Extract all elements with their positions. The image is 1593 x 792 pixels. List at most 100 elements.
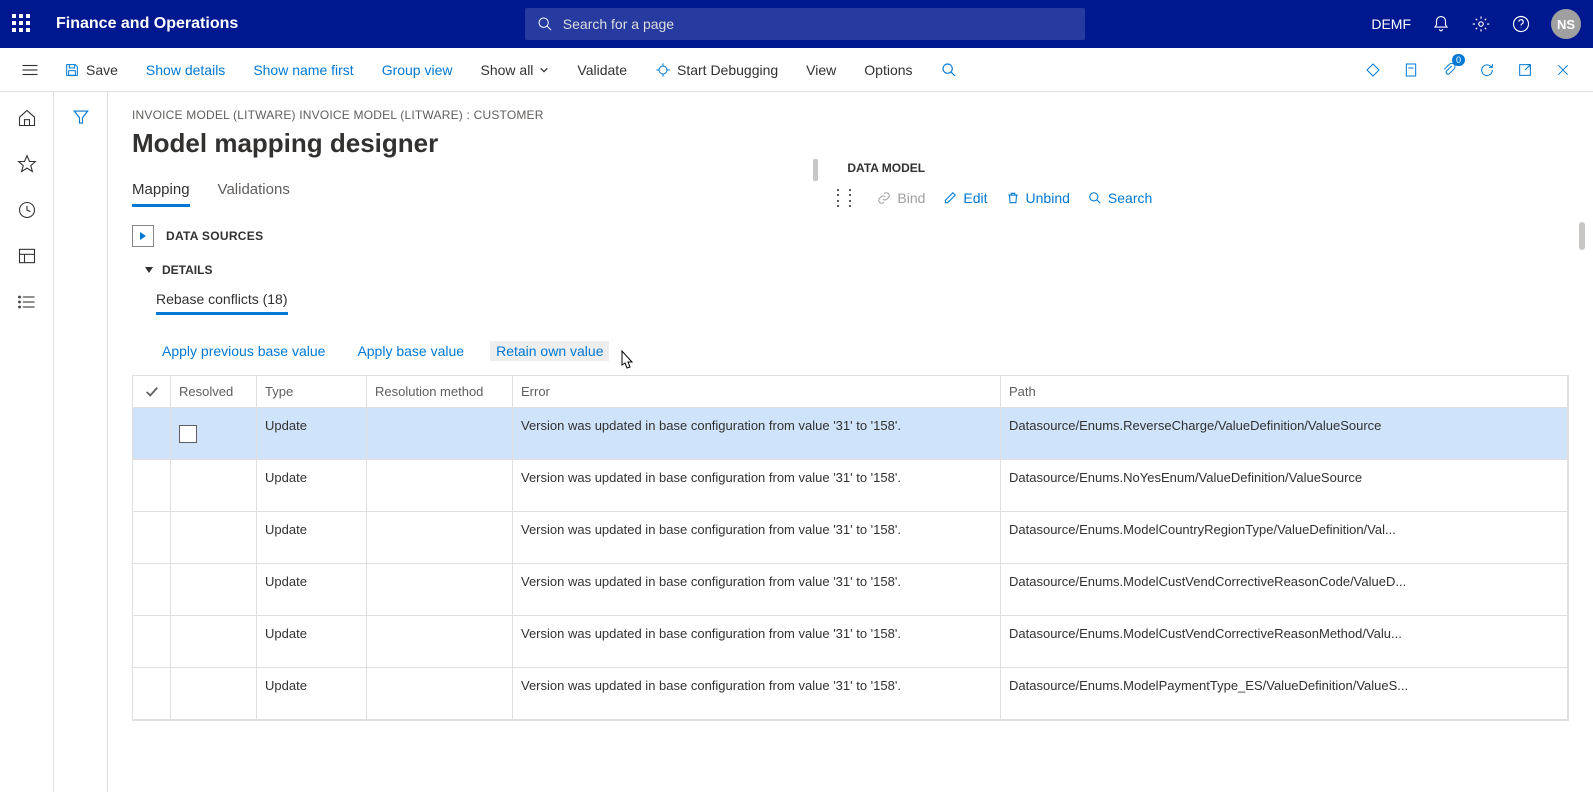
table-header: Resolved Type Resolution method Error Pa… bbox=[133, 376, 1568, 408]
checkbox[interactable] bbox=[179, 425, 197, 443]
table-row[interactable]: UpdateVersion was updated in base config… bbox=[133, 668, 1568, 720]
cell-error: Version was updated in base configuratio… bbox=[513, 616, 1001, 667]
data-sources-label: DATA SOURCES bbox=[166, 229, 263, 243]
search-command-button[interactable] bbox=[927, 48, 977, 91]
show-name-first-button[interactable]: Show name first bbox=[239, 48, 367, 91]
select-all-checkbox[interactable] bbox=[133, 376, 171, 407]
row-selector[interactable] bbox=[133, 668, 171, 719]
bell-icon[interactable] bbox=[1431, 14, 1451, 34]
table-row[interactable]: UpdateVersion was updated in base config… bbox=[133, 512, 1568, 564]
row-selector[interactable] bbox=[133, 564, 171, 615]
cell-type: Update bbox=[257, 564, 367, 615]
row-selector[interactable] bbox=[133, 460, 171, 511]
star-icon[interactable] bbox=[17, 154, 37, 174]
breadcrumb: INVOICE MODEL (LITWARE) INVOICE MODEL (L… bbox=[132, 108, 1569, 122]
view-button[interactable]: View bbox=[792, 48, 850, 91]
start-debugging-button[interactable]: Start Debugging bbox=[641, 48, 792, 91]
data-model-label: DATA MODEL bbox=[837, 161, 1569, 175]
list-icon[interactable] bbox=[17, 292, 37, 312]
tabs: Mapping Validations bbox=[132, 181, 807, 207]
show-details-button[interactable]: Show details bbox=[132, 48, 239, 91]
table-row[interactable]: UpdateVersion was updated in base config… bbox=[133, 460, 1568, 512]
row-selector[interactable] bbox=[133, 616, 171, 667]
splitter-handle[interactable] bbox=[813, 159, 818, 181]
table-row[interactable]: Update Version was updated in base config… bbox=[133, 616, 1568, 668]
th-path[interactable]: Path bbox=[1001, 376, 1568, 407]
apply-base-value-link[interactable]: Apply base value bbox=[351, 341, 470, 361]
save-icon bbox=[64, 62, 80, 78]
cell-resolution-method bbox=[367, 512, 513, 563]
search-icon bbox=[1088, 191, 1102, 205]
cell-type: Update bbox=[257, 668, 367, 719]
cell-type: Update bbox=[257, 408, 367, 459]
dm-search-button[interactable]: Search bbox=[1088, 190, 1152, 206]
cell-resolved[interactable] bbox=[171, 512, 257, 563]
edit-button[interactable]: Edit bbox=[943, 190, 987, 206]
command-bar: Save Show details Show name first Group … bbox=[0, 48, 1593, 92]
popout-icon[interactable] bbox=[1515, 60, 1535, 80]
details-toggle[interactable]: DETAILS bbox=[144, 263, 1569, 277]
th-resolved[interactable]: Resolved bbox=[171, 376, 257, 407]
help-icon[interactable] bbox=[1511, 14, 1531, 34]
options-button[interactable]: Options bbox=[850, 48, 926, 91]
attachment-icon[interactable]: 0 bbox=[1439, 60, 1459, 80]
gear-icon[interactable] bbox=[1471, 14, 1491, 34]
row-selector[interactable] bbox=[133, 408, 171, 459]
table-row[interactable]: UpdateVersion was updated in base config… bbox=[133, 408, 1568, 460]
details-label: DETAILS bbox=[162, 263, 212, 277]
apply-previous-base-value-link[interactable]: Apply previous base value bbox=[156, 341, 331, 361]
chevron-down-icon bbox=[539, 65, 549, 75]
filter-pane[interactable] bbox=[54, 92, 108, 792]
attachment-badge: 0 bbox=[1452, 54, 1465, 66]
cell-path: Datasource/Enums.ReverseCharge/ValueDefi… bbox=[1001, 408, 1568, 459]
home-icon[interactable] bbox=[17, 108, 37, 128]
grip-icon[interactable] bbox=[837, 189, 859, 207]
search-icon bbox=[537, 16, 553, 32]
refresh-icon[interactable] bbox=[1477, 60, 1497, 80]
search-input[interactable] bbox=[563, 16, 1073, 32]
th-type[interactable]: Type bbox=[257, 376, 367, 407]
play-icon bbox=[138, 231, 148, 241]
th-error[interactable]: Error bbox=[513, 376, 1001, 407]
close-icon[interactable] bbox=[1553, 60, 1573, 80]
cell-path: Datasource/Enums.NoYesEnum/ValueDefiniti… bbox=[1001, 460, 1568, 511]
tab-mapping[interactable]: Mapping bbox=[132, 181, 190, 207]
retain-own-value-link[interactable]: Retain own value bbox=[490, 341, 609, 361]
app-title: Finance and Operations bbox=[56, 15, 238, 33]
cell-resolved[interactable] bbox=[171, 616, 257, 667]
cell-error: Version was updated in base configuratio… bbox=[513, 460, 1001, 511]
top-header: Finance and Operations DEMF NS bbox=[0, 0, 1593, 48]
page-icon[interactable] bbox=[1401, 60, 1421, 80]
global-search[interactable] bbox=[525, 8, 1085, 40]
company-label[interactable]: DEMF bbox=[1371, 16, 1411, 32]
user-avatar[interactable]: NS bbox=[1551, 9, 1581, 39]
left-nav-rail bbox=[0, 92, 54, 792]
diamond-icon[interactable] bbox=[1363, 60, 1383, 80]
right-scrollbar-thumb[interactable] bbox=[1579, 222, 1585, 250]
table-row[interactable]: UpdateVersion was updated in base config… bbox=[133, 564, 1568, 616]
cell-resolved[interactable] bbox=[171, 564, 257, 615]
group-view-button[interactable]: Group view bbox=[368, 48, 467, 91]
expand-data-sources-button[interactable] bbox=[132, 225, 154, 247]
row-selector[interactable] bbox=[133, 512, 171, 563]
clock-icon[interactable] bbox=[17, 200, 37, 220]
cell-resolved[interactable] bbox=[171, 460, 257, 511]
cell-resolved[interactable] bbox=[171, 408, 257, 459]
save-button[interactable]: Save bbox=[50, 48, 132, 91]
trash-icon bbox=[1006, 191, 1020, 205]
unbind-button[interactable]: Unbind bbox=[1006, 190, 1070, 206]
show-all-dropdown[interactable]: Show all bbox=[467, 48, 564, 91]
tab-validations[interactable]: Validations bbox=[218, 181, 290, 207]
validate-button[interactable]: Validate bbox=[563, 48, 641, 91]
cell-resolved[interactable] bbox=[171, 668, 257, 719]
cell-path: Datasource/Enums.ModelCustVendCorrective… bbox=[1001, 616, 1568, 667]
bind-button: Bind bbox=[877, 190, 925, 206]
app-launcher-icon[interactable] bbox=[12, 14, 32, 34]
cell-resolution-method bbox=[367, 564, 513, 615]
module-icon[interactable] bbox=[17, 246, 37, 266]
cell-type: Update bbox=[257, 616, 367, 667]
th-resolution-method[interactable]: Resolution method bbox=[367, 376, 513, 407]
subtab-rebase-conflicts[interactable]: Rebase conflicts (18) bbox=[156, 291, 288, 315]
cell-error: Version was updated in base configuratio… bbox=[513, 512, 1001, 563]
hamburger-icon[interactable] bbox=[10, 63, 50, 77]
